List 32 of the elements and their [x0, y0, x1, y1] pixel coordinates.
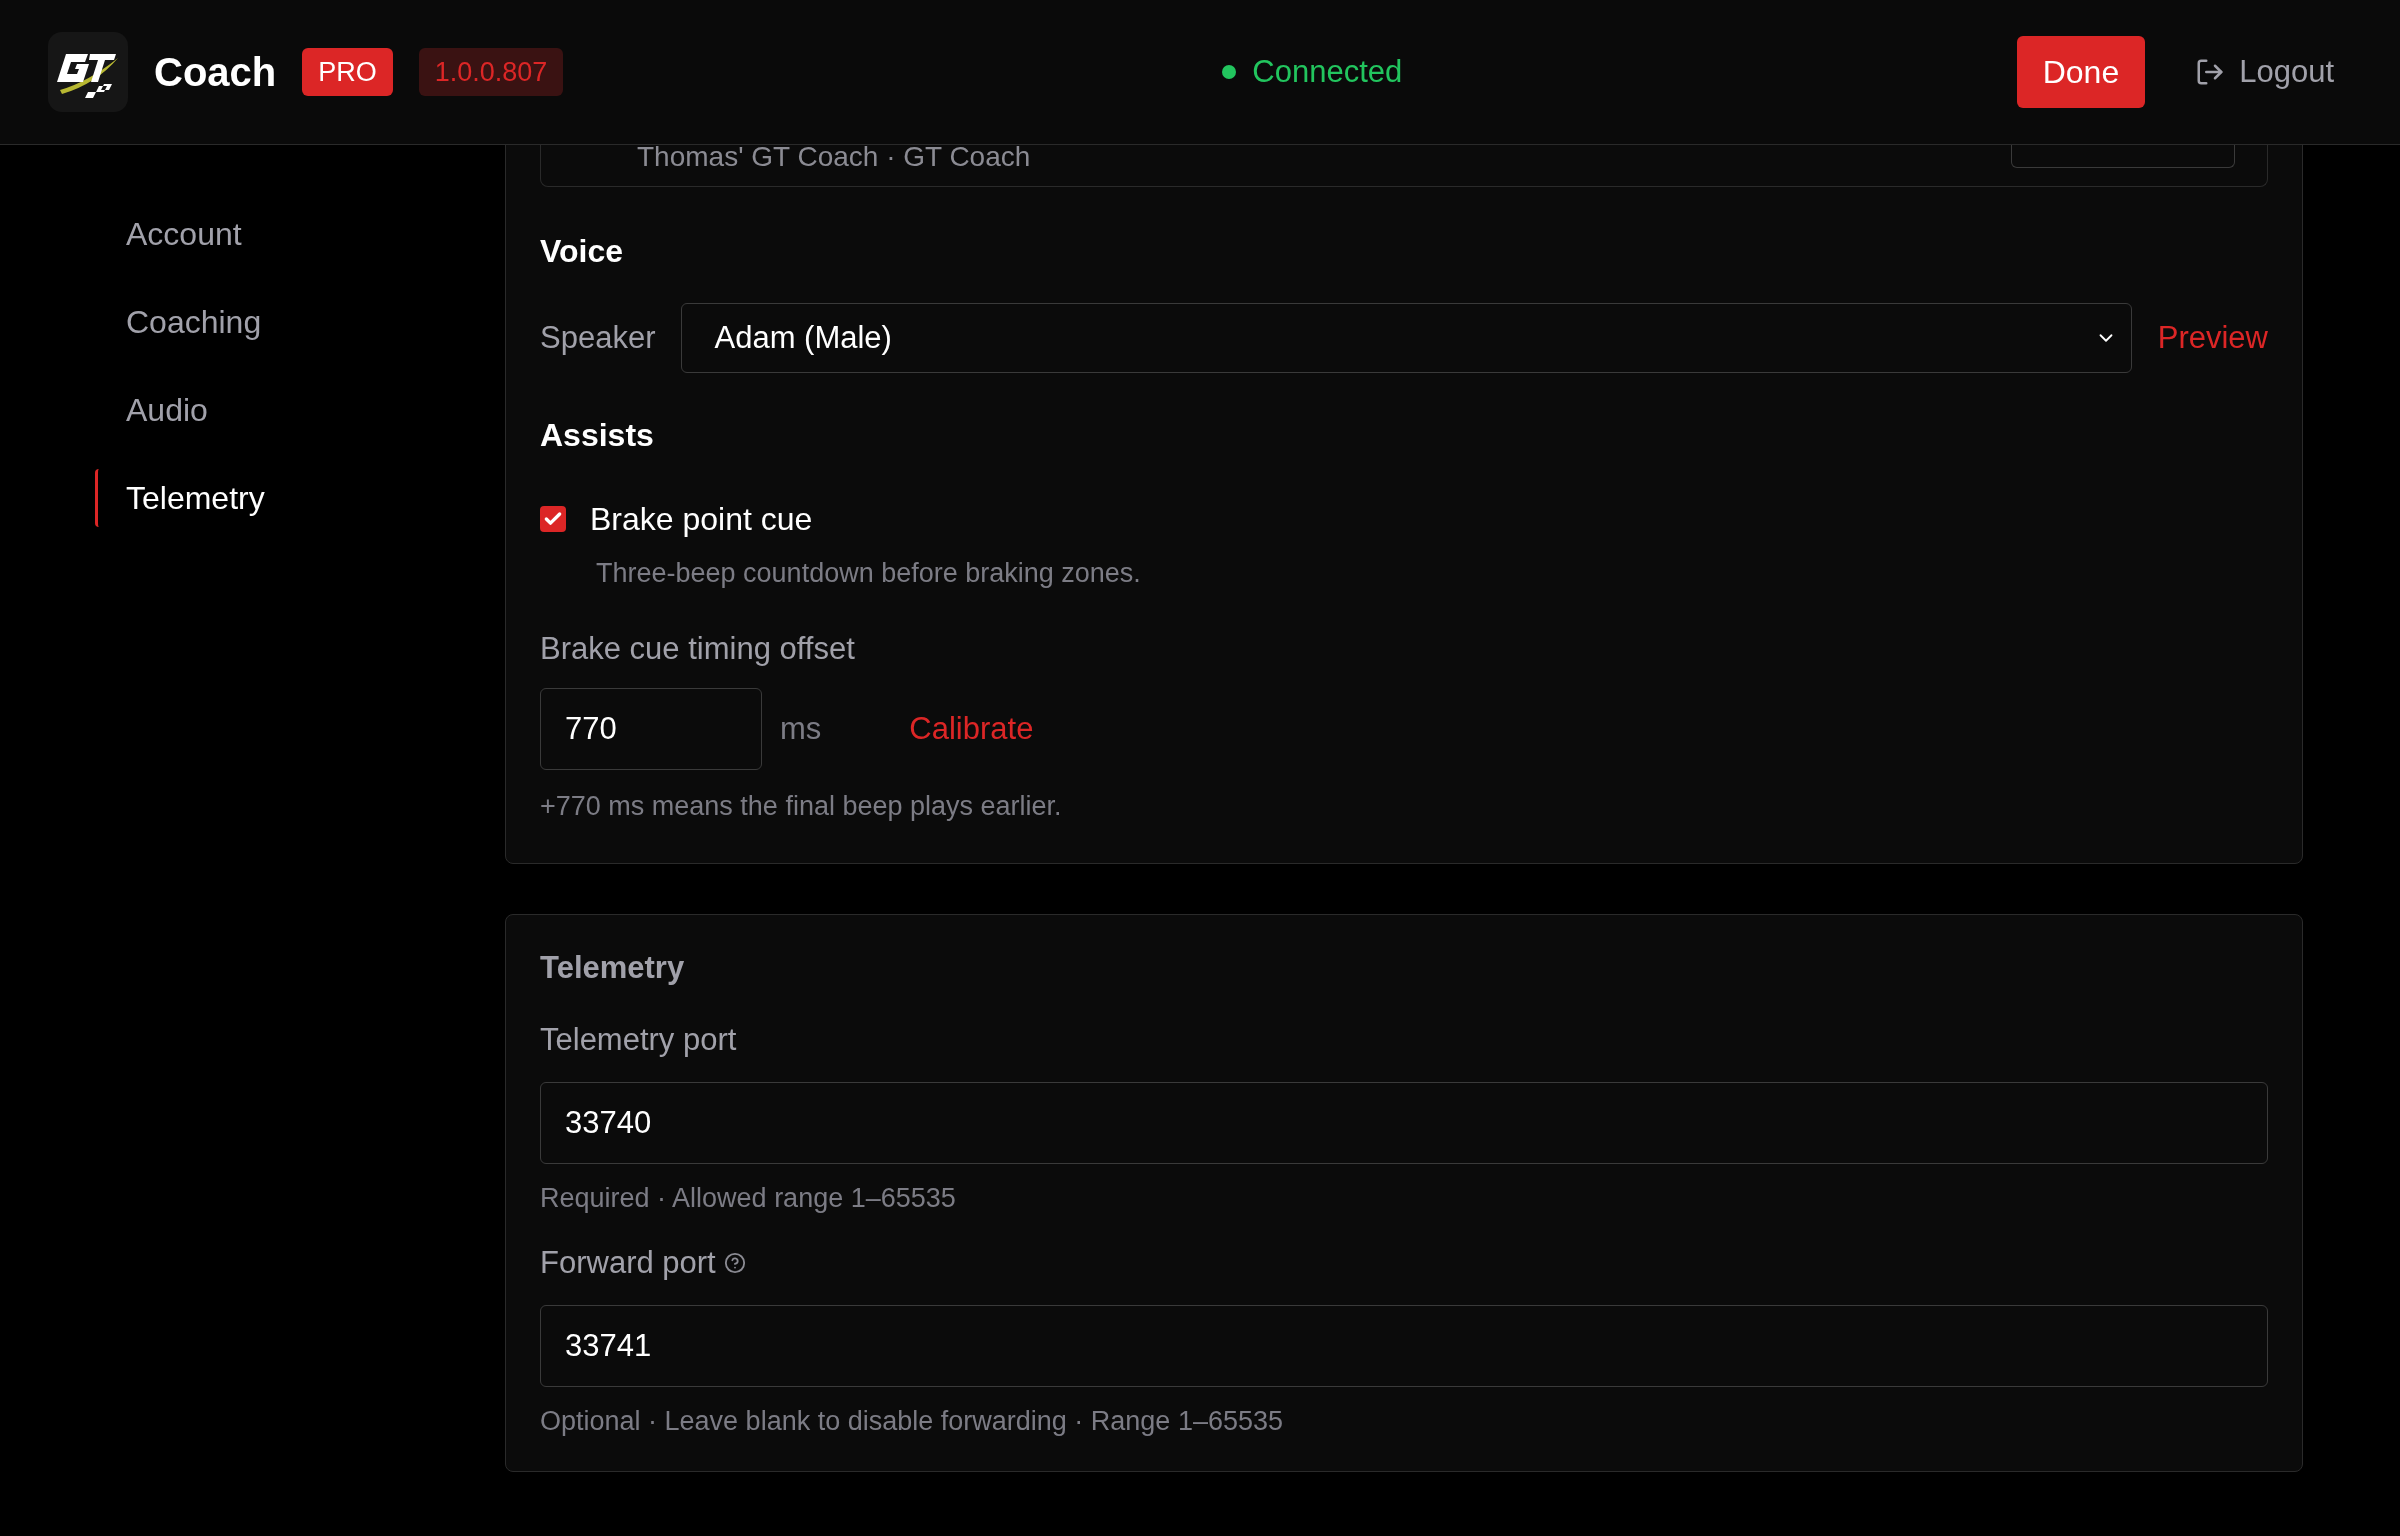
app-name: Coach	[154, 49, 277, 96]
checkbox[interactable]	[540, 506, 566, 532]
device-subtitle: Thomas' GT Coach · GT Coach	[637, 145, 1031, 174]
section-title: Telemetry	[540, 948, 686, 987]
preview-link[interactable]: Preview	[2157, 314, 2268, 362]
speaker-select[interactable]: Adam (Male)	[681, 303, 2132, 373]
version-badge: 1.0.0.807	[418, 47, 564, 97]
done-button[interactable]: Done	[2016, 36, 2146, 108]
sidebar-item[interactable]: Audio	[95, 381, 505, 439]
app-logo-icon	[48, 32, 128, 112]
help-text: Required · Allowed range 1–65535	[540, 1181, 957, 1215]
field-label: Forward port	[540, 1244, 716, 1282]
offset-input[interactable]: 770	[540, 688, 762, 770]
speaker-label: Speaker	[540, 318, 656, 357]
help-text: Optional · Leave blank to disable forwarding · Range 1–65535	[540, 1404, 1284, 1438]
calibrate-link[interactable]: Calibrate	[909, 705, 1034, 753]
port-input[interactable]: 33740	[540, 1081, 2268, 1164]
sidebar-item[interactable]: Account	[95, 205, 505, 263]
sidebar-item[interactable]: Coaching	[95, 293, 505, 351]
port-input[interactable]: 33741	[540, 1304, 2268, 1387]
field-label: Brake cue timing offset	[540, 629, 856, 668]
help-text: +770 ms means the final beep plays earlier.	[540, 790, 1063, 823]
unit-label: ms	[780, 709, 822, 748]
logout-button[interactable]: Logout	[2195, 48, 2334, 96]
help-icon[interactable]	[723, 1252, 746, 1275]
section-title: Voice	[540, 232, 624, 271]
section-title: Assists	[540, 416, 655, 455]
field-label: Telemetry port	[540, 1021, 737, 1059]
plan-badge: PRO	[302, 47, 393, 97]
connection-status: Connected	[1252, 52, 1403, 91]
help-text: Three-beep countdown before braking zones.	[596, 557, 1142, 590]
checkbox-label: Brake point cue	[590, 500, 813, 539]
